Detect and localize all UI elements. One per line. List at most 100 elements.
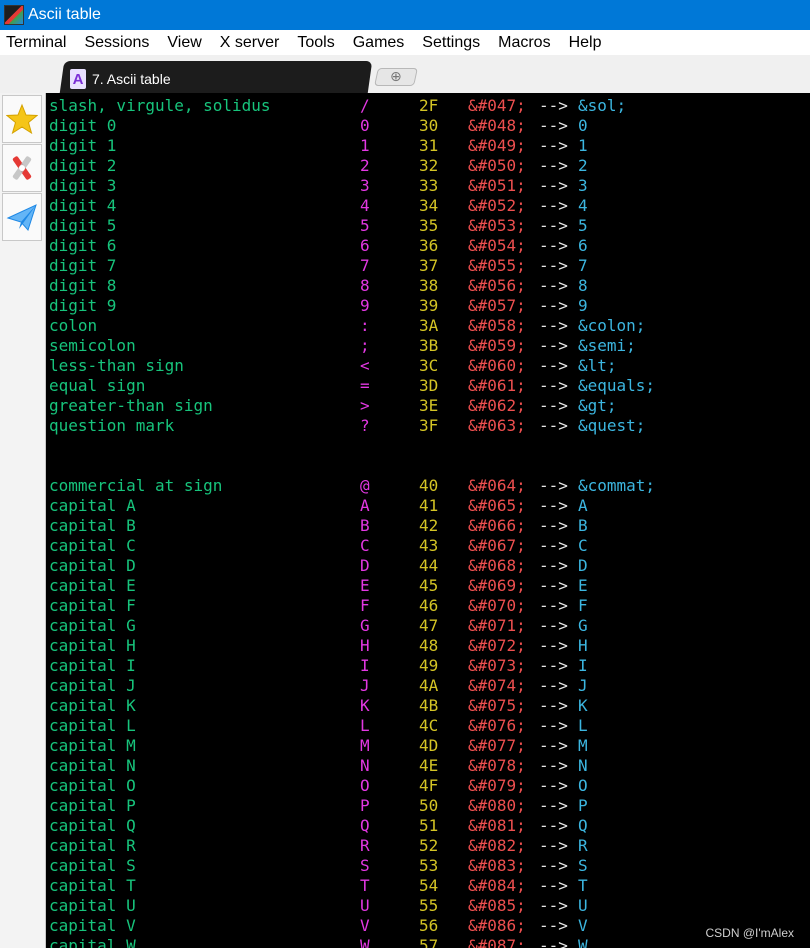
terminal-hex-cell: 44 [419,556,439,575]
terminal-name-cell: capital U [49,896,136,915]
terminal-arrow-cell: --> [539,816,568,835]
terminal-entity-cell: &#072; [468,636,526,655]
terminal-char-cell: B [360,516,370,535]
terminal-char-cell: I [360,656,370,675]
terminal-arrow-cell: --> [539,836,568,855]
terminal-char-cell: 1 [360,136,370,155]
terminal-name-cell: greater-than sign [49,396,213,415]
terminal-line: digit 5 5 35 &#053; --> 5 [49,216,809,236]
terminal-name-cell: capital W [49,936,136,948]
terminal-line: capital E E 45 &#069; --> E [49,576,809,596]
terminal-line: capital P P 50 &#080; --> P [49,796,809,816]
terminal-arrow-cell: --> [539,196,568,215]
terminal-name-cell: capital J [49,676,136,695]
menu-macros[interactable]: Macros [491,34,557,52]
menu-view[interactable]: View [160,34,208,52]
terminal-line: less-than sign <3C &#060; --> &lt; [49,356,809,376]
plus-icon: ⊕ [390,69,402,85]
terminal-char-cell: / [360,96,370,115]
terminal-arrow-cell: --> [539,856,568,875]
terminal-line: digit 0 0 30 &#048; --> 0 [49,116,809,136]
watermark: CSDN @I'mAlex [705,926,794,940]
menu-sessions[interactable]: Sessions [77,34,156,52]
terminal-output[interactable]: slash, virgule, solidus/2F &#047; --> &sol;… [46,93,810,948]
terminal-entity-cell: &#055; [468,256,526,275]
tools-button[interactable] [2,144,42,192]
star-button[interactable] [2,95,42,143]
terminal-value-cell: &semi; [578,336,636,355]
terminal-hex-cell: 4B [419,696,439,715]
terminal-char-cell: 8 [360,276,370,295]
terminal-value-cell: A [578,496,588,515]
terminal-value-cell: N [578,756,588,775]
terminal-char-cell: G [360,616,370,635]
menu-terminal[interactable]: Terminal [0,34,73,52]
terminal-value-cell: B [578,516,588,535]
terminal-line: capital D D 44 &#068; --> D [49,556,809,576]
terminal-name-cell: digit 4 [49,196,117,215]
terminal-name-cell: capital P [49,796,136,815]
terminal-entity-cell: &#073; [468,656,526,675]
terminal-arrow-cell: --> [539,136,568,155]
terminal-entity-cell: &#087; [468,936,526,948]
terminal-hex-cell: 49 [419,656,439,675]
terminal-char-cell: 7 [360,256,370,275]
terminal-entity-cell: &#077; [468,736,526,755]
terminal-name-cell: capital L [49,716,136,735]
terminal-hex-cell: 4F [419,776,439,795]
menu-help[interactable]: Help [562,34,609,52]
terminal-entity-cell: &#051; [468,176,526,195]
terminal-name-cell: capital F [49,596,136,615]
terminal-arrow-cell: --> [539,216,568,235]
terminal-value-cell: D [578,556,588,575]
terminal-entity-cell: &#078; [468,756,526,775]
terminal-char-cell: O [360,776,370,795]
terminal-arrow-cell: --> [539,496,568,515]
terminal-hex-cell: 31 [419,136,439,155]
terminal-entity-cell: &#064; [468,476,526,495]
menu-settings[interactable]: Settings [415,34,487,52]
terminal-line: semicolon; 3B &#059; --> &semi; [49,336,809,356]
terminal-entity-cell: &#057; [468,296,526,315]
terminal-value-cell: P [578,796,588,815]
terminal-line: digit 9 9 39 &#057; --> 9 [49,296,809,316]
terminal-hex-cell: 54 [419,876,439,895]
terminal-hex-cell: 42 [419,516,439,535]
menu-games[interactable]: Games [346,34,412,52]
tab-ascii-table[interactable]: A 7. Ascii table [70,66,171,92]
terminal-entity-cell: &#054; [468,236,526,255]
terminal-arrow-cell: --> [539,616,568,635]
terminal-hex-cell: 3F [419,416,439,435]
send-button[interactable] [2,193,42,241]
terminal-char-cell: > [360,396,370,415]
terminal-hex-cell: 50 [419,796,439,815]
terminal-char-cell: L [360,716,370,735]
terminal-entity-cell: &#086; [468,916,526,935]
terminal-value-cell: C [578,536,588,555]
terminal-entity-cell: &#074; [468,676,526,695]
terminal-value-cell: &quest; [578,416,646,435]
terminal-char-cell: R [360,836,370,855]
terminal-value-cell: &colon; [578,316,646,335]
terminal-char-cell: V [360,916,370,935]
new-tab-button[interactable]: ⊕ [374,68,418,86]
terminal-arrow-cell: --> [539,916,568,935]
terminal-hex-cell: 34 [419,196,439,215]
terminal-entity-cell: &#071; [468,616,526,635]
menu-tools[interactable]: Tools [290,34,341,52]
terminal-name-cell: equal sign [49,376,146,395]
terminal-hex-cell: 2F [419,96,439,115]
terminal-line: digit 1 1 31 &#049; --> 1 [49,136,809,156]
terminal-char-cell: A [360,496,370,515]
terminal-line: capital K K 4B &#075; --> K [49,696,809,716]
terminal-entity-cell: &#084; [468,876,526,895]
terminal-value-cell: 0 [578,116,588,135]
terminal-name-cell: capital S [49,856,136,875]
terminal-hex-cell: 33 [419,176,439,195]
terminal-hex-cell: 40 [419,476,439,495]
terminal-arrow-cell: --> [539,116,568,135]
terminal-char-cell: W [360,936,370,948]
terminal-hex-cell: 57 [419,936,439,948]
menu-x-server[interactable]: X server [213,34,287,52]
